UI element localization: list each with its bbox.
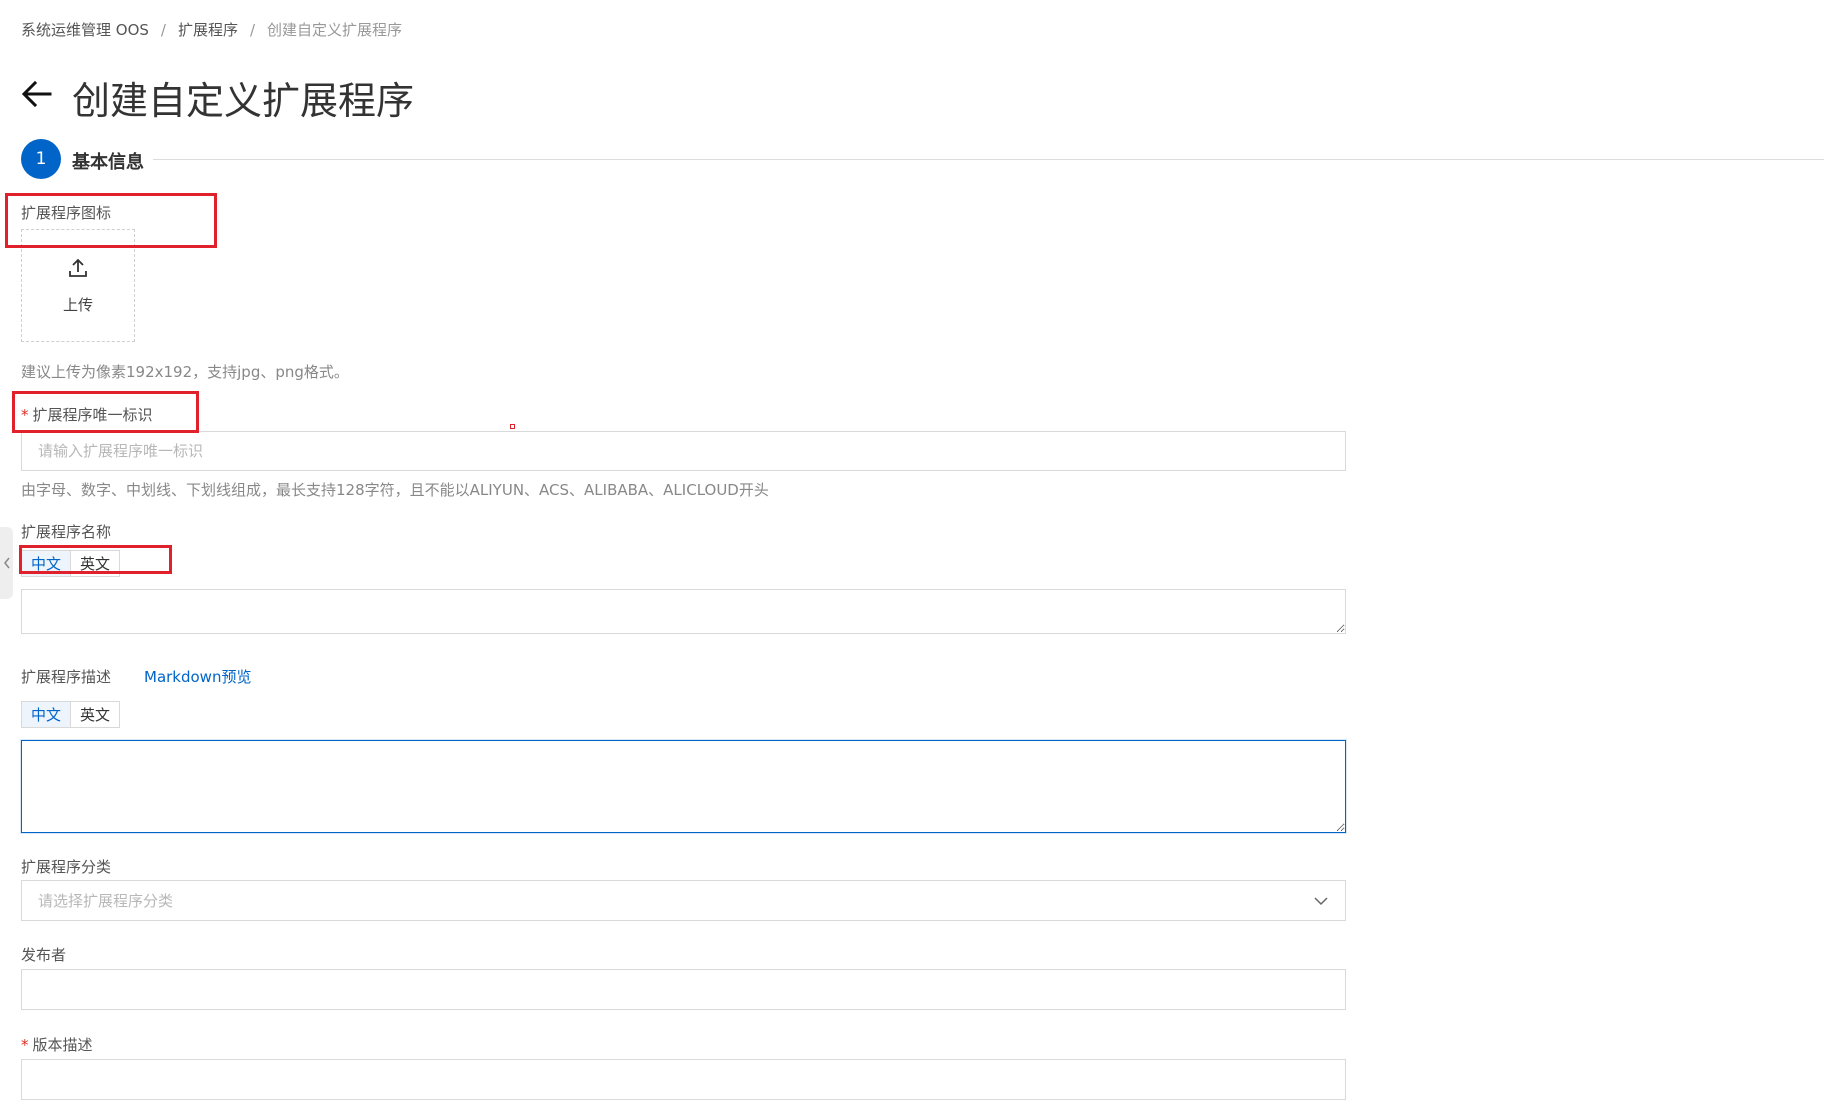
breadcrumb-separator: / bbox=[160, 20, 166, 39]
version-desc-input[interactable] bbox=[21, 1059, 1346, 1100]
name-lang-toggle: 中文 英文 bbox=[21, 550, 120, 577]
description-lang-zh[interactable]: 中文 bbox=[22, 702, 71, 727]
breadcrumb-item-oos[interactable]: 系统运维管理 OOS bbox=[21, 19, 149, 40]
required-mark: * bbox=[21, 406, 29, 424]
identifier-label: * 扩展程序唯一标识 bbox=[21, 404, 153, 425]
description-lang-en[interactable]: 英文 bbox=[71, 702, 119, 727]
breadcrumb-item-extensions[interactable]: 扩展程序 bbox=[178, 19, 238, 40]
identifier-input[interactable] bbox=[21, 431, 1346, 471]
breadcrumb-separator: / bbox=[249, 20, 256, 39]
publisher-input[interactable] bbox=[21, 969, 1346, 1010]
step-number: 1 bbox=[21, 139, 61, 179]
icon-hint: 建议上传为像素192x192，支持jpg、png格式。 bbox=[21, 363, 349, 381]
version-desc-label-text: 版本描述 bbox=[32, 1036, 93, 1054]
description-label: 扩展程序描述 bbox=[21, 668, 112, 686]
breadcrumb-item-current: 创建自定义扩展程序 bbox=[267, 21, 403, 39]
required-mark: * bbox=[21, 1036, 29, 1054]
upload-button[interactable]: 上传 bbox=[21, 229, 135, 342]
sidebar-toggle[interactable] bbox=[0, 527, 13, 599]
upload-label: 上传 bbox=[62, 296, 93, 314]
page-title: 创建自定义扩展程序 bbox=[72, 79, 415, 123]
publisher-label: 发布者 bbox=[21, 946, 67, 964]
name-lang-zh[interactable]: 中文 bbox=[22, 551, 71, 576]
icon-label: 扩展程序图标 bbox=[21, 204, 112, 222]
name-lang-en[interactable]: 英文 bbox=[71, 551, 119, 576]
name-textarea[interactable] bbox=[21, 589, 1346, 634]
step-divider bbox=[153, 159, 1824, 160]
identifier-label-text: 扩展程序唯一标识 bbox=[32, 406, 153, 424]
markdown-preview-link[interactable]: Markdown预览 bbox=[144, 666, 251, 687]
version-desc-label: * 版本描述 bbox=[21, 1034, 93, 1055]
description-lang-toggle: 中文 英文 bbox=[21, 701, 120, 728]
upload-icon bbox=[69, 258, 87, 277]
step-label: 基本信息 bbox=[72, 152, 144, 173]
annotation-dot bbox=[510, 424, 515, 429]
name-label: 扩展程序名称 bbox=[21, 523, 112, 541]
breadcrumb: 系统运维管理 OOS / 扩展程序 / 创建自定义扩展程序 bbox=[21, 19, 402, 40]
arrow-left-icon[interactable] bbox=[20, 77, 54, 111]
chevron-down-icon bbox=[1314, 896, 1328, 905]
category-placeholder: 请选择扩展程序分类 bbox=[38, 892, 174, 910]
chevron-left-icon bbox=[3, 557, 10, 569]
description-textarea[interactable] bbox=[21, 740, 1346, 833]
category-label: 扩展程序分类 bbox=[21, 858, 112, 876]
category-select[interactable]: 请选择扩展程序分类 bbox=[21, 880, 1346, 921]
identifier-hint: 由字母、数字、中划线、下划线组成，最长支持128字符，且不能以ALIYUN、AC… bbox=[21, 481, 769, 499]
